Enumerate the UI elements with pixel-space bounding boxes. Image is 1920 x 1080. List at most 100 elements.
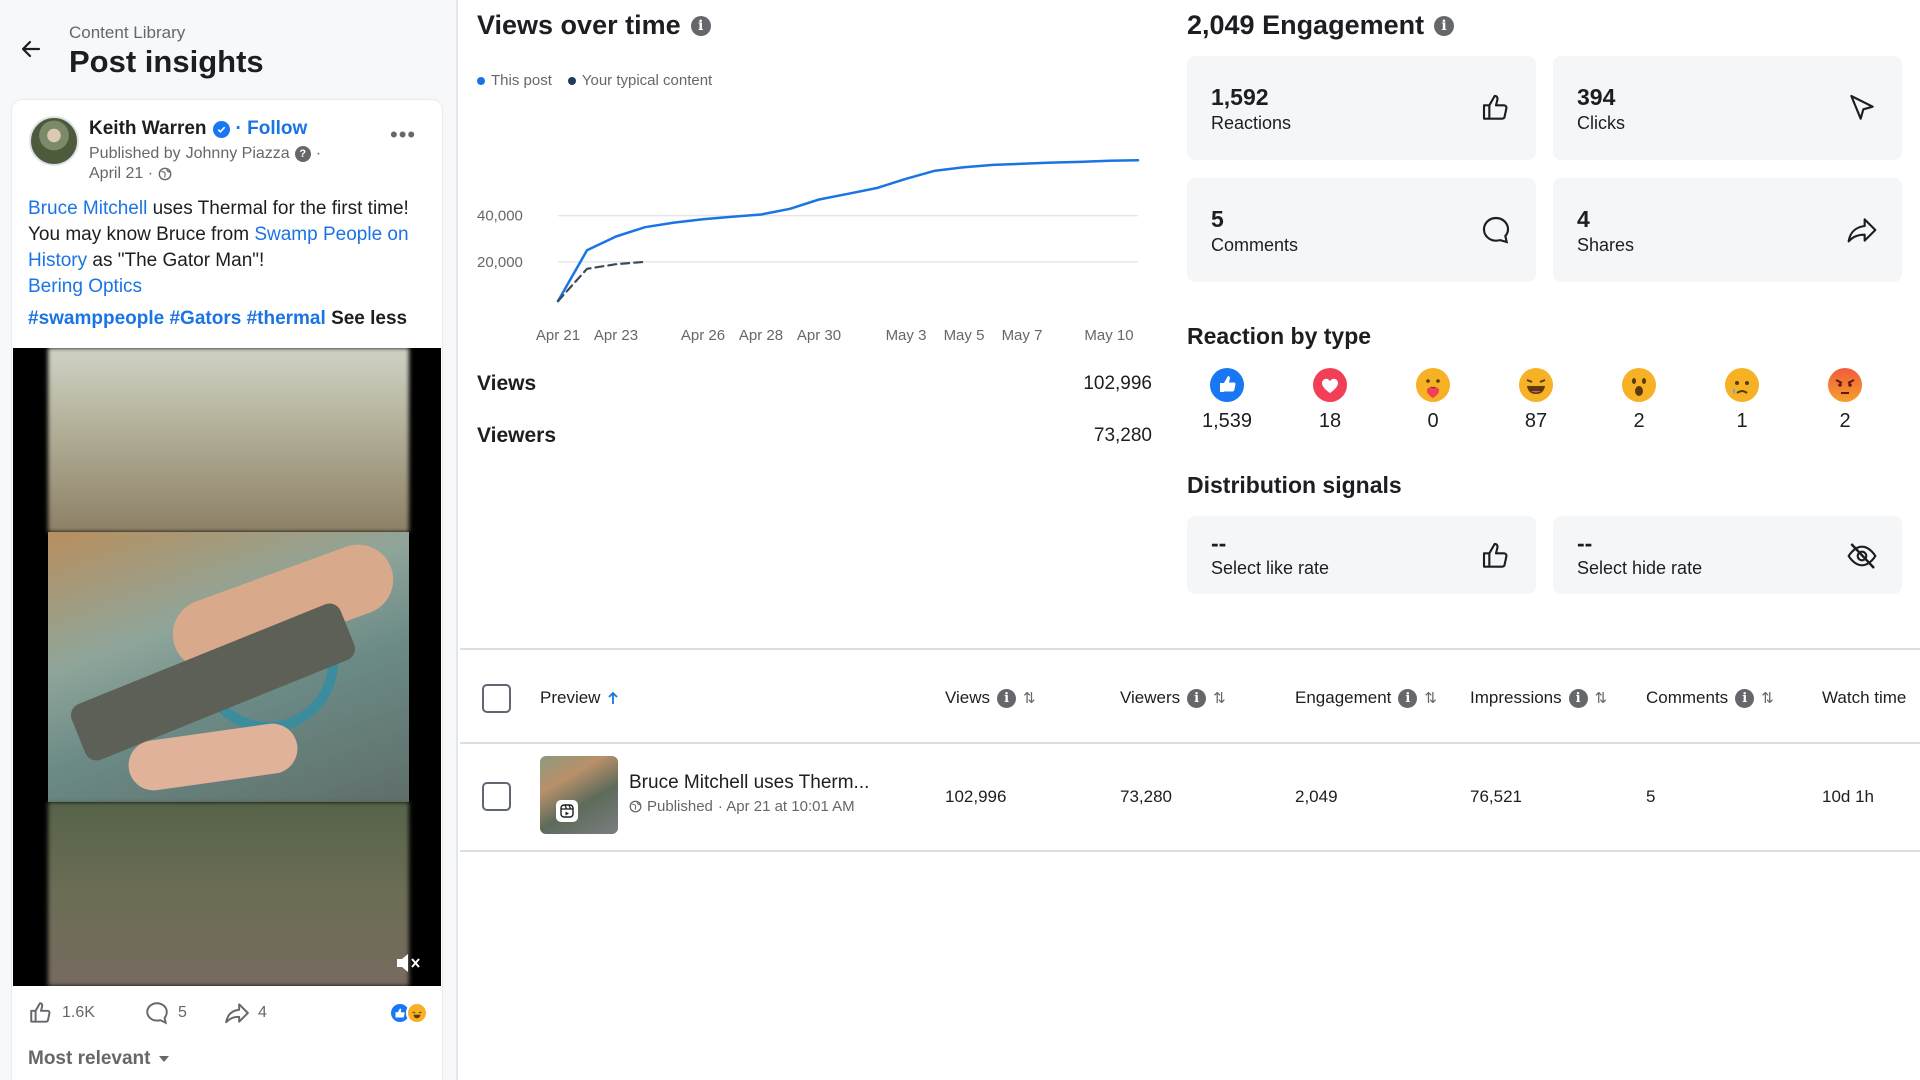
info-icon[interactable]: i <box>997 688 1017 708</box>
info-icon[interactable]: i <box>690 15 711 36</box>
x-tick-label: Apr 28 <box>739 327 783 344</box>
post-date-line: April 21 · <box>89 165 172 183</box>
legend-item-this-post[interactable]: This post <box>477 72 552 89</box>
post-meta: Published · Apr 21 at 10:01 AM <box>629 798 855 815</box>
mention-link[interactable]: Bruce Mitchell <box>28 198 147 219</box>
share-icon <box>1847 218 1877 243</box>
info-icon[interactable]: i <box>1568 688 1588 708</box>
hashtags: #swamppeople #Gators #thermal See less <box>28 308 407 330</box>
content-table: Preview Views i ⇅ Viewers i ⇅ Engagement… <box>460 648 1920 852</box>
author-name[interactable]: Keith Warren <box>89 118 207 140</box>
post-card: Keith Warren · Follow Published by Johnn… <box>12 100 442 1080</box>
video-blur-top <box>48 348 409 532</box>
x-tick-label: May 10 <box>1084 327 1133 344</box>
hashtag-links[interactable]: #swamppeople #Gators #thermal <box>28 308 326 329</box>
table-row[interactable]: Bruce Mitchell uses Therm... Published ·… <box>460 744 1920 852</box>
globe-icon <box>629 800 642 813</box>
post-title[interactable]: Bruce Mitchell uses Therm... <box>629 772 869 794</box>
info-icon[interactable]: i <box>1735 688 1755 708</box>
column-label: Watch time <box>1822 688 1907 707</box>
reactions-number: 1,592 <box>1211 84 1269 110</box>
breadcrumb[interactable]: Content Library <box>69 23 185 43</box>
chart-legend: This post Your typical content <box>477 72 712 89</box>
sort-icon: ⇅ <box>1594 690 1608 707</box>
like-rate-tile[interactable]: -- Select like rate <box>1187 516 1536 594</box>
column-header-views[interactable]: Views i ⇅ <box>945 688 1036 708</box>
thumbs-up-icon <box>1482 542 1508 568</box>
avatar[interactable] <box>29 116 79 166</box>
comment-action[interactable]: 5 <box>144 1000 187 1026</box>
post-text-part2: as "The Gator Man"! <box>87 250 265 271</box>
column-header-engagement[interactable]: Engagement i ⇅ <box>1295 688 1437 708</box>
help-icon[interactable]: ? <box>294 146 311 162</box>
hide-rate-tile[interactable]: -- Select hide rate <box>1553 516 1902 594</box>
haha-count: 87 <box>1524 410 1548 432</box>
comment-sort-dropdown[interactable]: Most relevant <box>28 1048 170 1070</box>
column-header-watch-time[interactable]: Watch time <box>1822 688 1906 708</box>
speaker-muted-icon <box>397 954 420 972</box>
post-date[interactable]: April 21 · <box>89 165 153 183</box>
reactions-tile[interactable]: 1,592 Reactions <box>1187 56 1536 160</box>
legend-dot-typical <box>567 76 576 85</box>
column-header-comments[interactable]: Comments i ⇅ <box>1646 688 1774 708</box>
viewers-total-row: Viewers 73,280 <box>477 424 1152 448</box>
x-tick-label: May 7 <box>1002 327 1043 344</box>
column-header-viewers[interactable]: Viewers i ⇅ <box>1120 688 1226 708</box>
care-count: 0 <box>1427 410 1439 432</box>
follow-link[interactable]: · Follow <box>236 118 308 140</box>
sort-icon: ⇅ <box>1023 690 1036 707</box>
select-all-checkbox[interactable] <box>482 684 511 713</box>
comments-number: 5 <box>1211 206 1224 232</box>
viewers-total-label: Viewers <box>477 424 557 447</box>
like-action[interactable]: 1.6K <box>28 1000 95 1026</box>
post-thumbnail[interactable] <box>540 756 618 834</box>
comments-label: Comments <box>1211 235 1299 255</box>
reaction-summary[interactable] <box>389 1002 428 1024</box>
back-button[interactable] <box>12 30 50 68</box>
post-text: Bruce Mitchell uses Thermal for the firs… <box>28 196 423 300</box>
shares-tile[interactable]: 4 Shares <box>1553 178 1902 282</box>
share-action[interactable]: 4 <box>224 1000 267 1026</box>
column-label: Engagement <box>1295 688 1392 707</box>
comment-icon <box>1482 216 1510 244</box>
clicks-tile[interactable]: 394 Clicks <box>1553 56 1902 160</box>
wow-count: 2 <box>1633 410 1645 432</box>
views-total-row: Views 102,996 <box>477 372 1152 396</box>
legend-item-typical[interactable]: Your typical content <box>567 72 712 89</box>
reaction-types: 1,539 18 0 87 2 1 2 <box>1187 368 1887 438</box>
like-rate-label: Select like rate <box>1211 558 1330 578</box>
reaction-care: 0 <box>1393 368 1473 433</box>
column-header-preview[interactable]: Preview <box>540 688 619 708</box>
post-preview-panel: Content Library Post insights Keith Warr… <box>0 0 458 1080</box>
more-options-button[interactable]: ••• <box>390 122 416 148</box>
views-title-text: Views over time <box>477 10 681 40</box>
engagement-title: 2,049 Engagement i <box>1187 10 1455 41</box>
column-label: Preview <box>540 688 601 707</box>
see-less-button[interactable]: See less <box>331 308 407 329</box>
comment-sort-label: Most relevant <box>28 1048 151 1069</box>
sort-icon: ⇅ <box>1424 690 1437 707</box>
comments-tile[interactable]: 5 Comments <box>1187 178 1536 282</box>
publisher-name[interactable]: Johnny Piazza <box>186 145 290 163</box>
angry-reaction-icon <box>1828 368 1862 402</box>
reel-icon <box>556 800 578 822</box>
reactions-label: Reactions <box>1211 113 1292 133</box>
sort-ascending-icon <box>608 691 619 704</box>
reaction-haha: 87 <box>1496 368 1576 433</box>
row-checkbox[interactable] <box>482 782 511 811</box>
column-header-impressions[interactable]: Impressions i ⇅ <box>1470 688 1607 708</box>
cell-watch-time: 10d 1h <box>1822 787 1874 806</box>
views-line-chart[interactable]: 20,000 40,000 Apr 21 Apr 23 Apr 26 Apr 28 Apr … <box>470 150 1150 350</box>
follow-label: Follow <box>247 118 308 139</box>
video-main-frame <box>48 532 409 802</box>
brand-link[interactable]: Bering Optics <box>28 276 142 297</box>
info-icon[interactable]: i <box>1398 688 1418 708</box>
shares-number: 4 <box>1577 206 1590 232</box>
info-icon[interactable]: i <box>1434 15 1455 36</box>
like-count: 1.6K <box>62 1004 95 1021</box>
mute-button[interactable] <box>393 948 423 978</box>
x-tick-label: Apr 21 <box>536 327 580 344</box>
info-icon[interactable]: i <box>1187 688 1207 708</box>
video-player[interactable] <box>13 348 441 986</box>
x-tick-label: Apr 26 <box>681 327 725 344</box>
